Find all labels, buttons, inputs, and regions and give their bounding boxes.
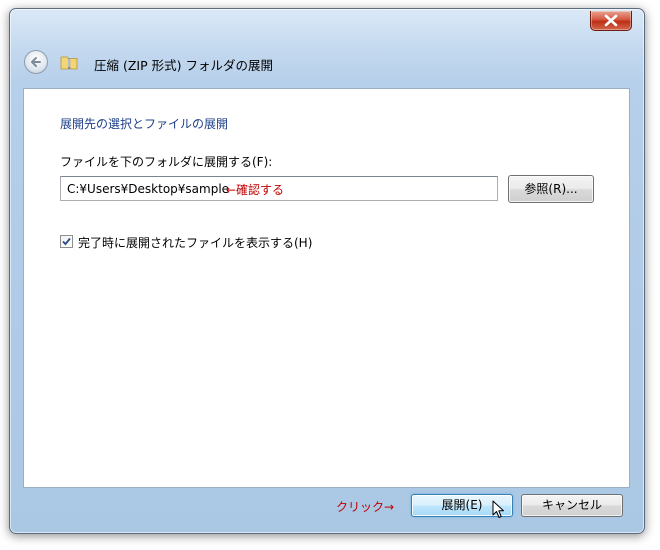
content-panel: 展開先の選択とファイルの展開 ファイルを下のフォルダに展開する(F): C:¥U… (23, 88, 630, 488)
destination-label: ファイルを下のフォルダに展開する(F): (60, 155, 273, 169)
close-x-icon (604, 14, 618, 27)
dialog-window: 圧縮 (ZIP 形式) フォルダの展開 展開先の選択とファイルの展開 ファイルを… (9, 8, 645, 534)
back-arrow-icon (31, 57, 41, 67)
checkmark-icon (62, 237, 71, 246)
destination-path-value: C:¥Users¥Desktop¥sample (67, 182, 230, 196)
show-files-label[interactable]: 完了時に展開されたファイルを表示する(H) (78, 234, 312, 251)
section-heading: 展開先の選択とファイルの展開 (60, 117, 229, 131)
show-files-checkbox[interactable] (60, 235, 73, 248)
click-annotation: クリック→ (336, 500, 395, 514)
back-button[interactable] (24, 50, 48, 74)
window-title: 圧縮 (ZIP 形式) フォルダの展開 (94, 58, 273, 73)
cancel-button[interactable]: キャンセル (521, 494, 623, 517)
confirm-annotation: ←確認する (226, 183, 285, 197)
browse-button[interactable]: 参照(R)... (508, 175, 594, 203)
mouse-cursor-icon (492, 500, 504, 518)
zip-folder-icon (60, 56, 78, 70)
close-button[interactable] (590, 11, 632, 31)
